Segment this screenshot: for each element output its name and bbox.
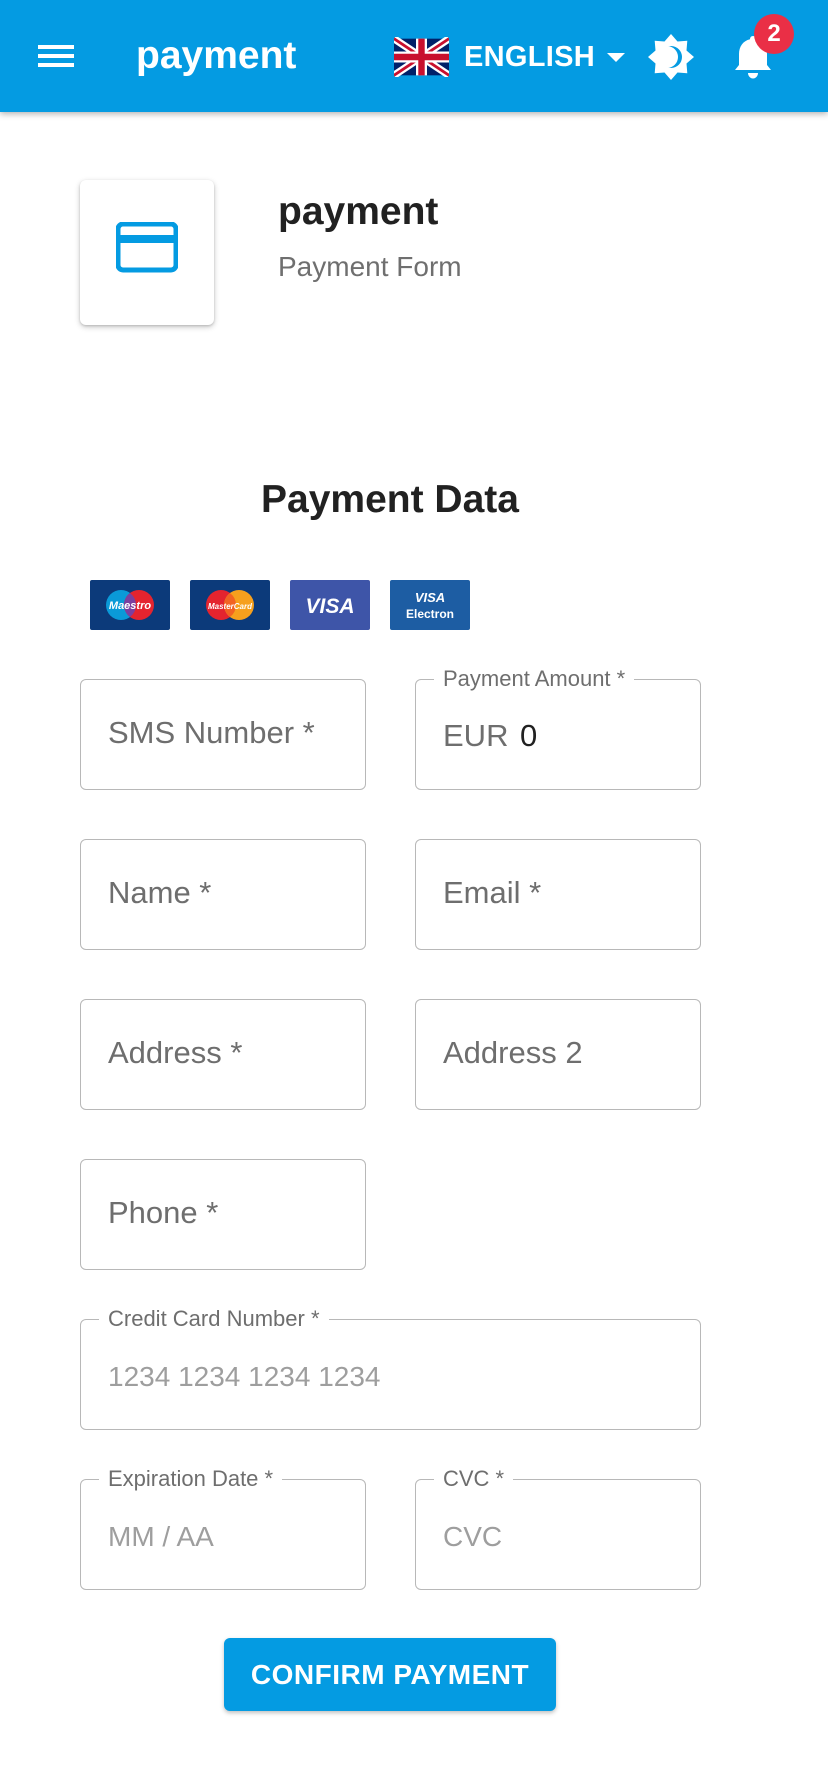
address-field[interactable]: Address * xyxy=(80,999,366,1110)
uk-flag-icon xyxy=(394,37,449,77)
confirm-payment-button[interactable]: CONFIRM PAYMENT xyxy=(224,1638,556,1711)
app-bar: payment ENGLISH 2 xyxy=(0,0,828,112)
hamburger-menu-icon[interactable] xyxy=(32,36,80,76)
sms-number-field[interactable]: SMS Number * xyxy=(80,679,366,790)
visa-wordmark: VISA xyxy=(305,595,354,618)
address2-placeholder: Address 2 xyxy=(443,1035,583,1070)
payment-amount-value: 0 xyxy=(520,718,538,753)
chevron-down-icon xyxy=(607,52,625,62)
address2-field[interactable]: Address 2 xyxy=(415,999,701,1110)
card-number-label: Credit Card Number * xyxy=(99,1306,329,1332)
card-number-field[interactable]: Credit Card Number * 1234 1234 1234 1234 xyxy=(80,1306,701,1430)
name-placeholder: Name * xyxy=(108,875,212,910)
payment-amount-label: Payment Amount * xyxy=(434,666,635,692)
credit-card-icon xyxy=(116,222,178,273)
mastercard-wordmark: MasterCard xyxy=(208,602,253,611)
language-selector[interactable]: ENGLISH xyxy=(394,35,625,79)
card-number-placeholder: 1234 1234 1234 1234 xyxy=(108,1361,381,1392)
email-field[interactable]: Email * xyxy=(415,839,701,950)
phone-field[interactable]: Phone * xyxy=(80,1159,366,1270)
sms-number-placeholder: SMS Number * xyxy=(108,715,315,750)
phone-placeholder: Phone * xyxy=(108,1195,219,1230)
address-placeholder: Address * xyxy=(108,1035,243,1070)
cvc-placeholder: CVC xyxy=(443,1521,503,1552)
cvc-field[interactable]: CVC * CVC xyxy=(415,1466,701,1590)
app-bar-title: payment xyxy=(136,34,297,77)
email-placeholder: Email * xyxy=(443,875,542,910)
notification-count-badge: 2 xyxy=(754,14,794,54)
mastercard-logo: MasterCard xyxy=(190,580,270,630)
expiration-date-label: Expiration Date * xyxy=(99,1466,283,1492)
expiration-date-placeholder: MM / AA xyxy=(108,1521,214,1552)
page-title: payment xyxy=(278,190,439,233)
brightness-toggle-icon[interactable] xyxy=(646,32,696,82)
visa-electron-logo: VISA Electron xyxy=(390,580,470,630)
maestro-wordmark: Maestro xyxy=(109,600,151,612)
credit-card-tile xyxy=(80,180,214,325)
page-subtitle: Payment Form xyxy=(278,251,462,282)
expiration-date-field[interactable]: Expiration Date * MM / AA xyxy=(80,1466,366,1590)
payment-amount-field[interactable]: Payment Amount * EUR 0 xyxy=(415,666,701,790)
name-field[interactable]: Name * xyxy=(80,839,366,950)
visa-electron-wordmark-top: VISA xyxy=(415,590,445,605)
currency-prefix: EUR xyxy=(443,718,509,753)
cvc-label: CVC * xyxy=(434,1466,514,1492)
language-label: ENGLISH xyxy=(464,40,595,73)
visa-logo: VISA xyxy=(290,580,370,630)
maestro-logo: Maestro xyxy=(90,580,170,630)
visa-electron-wordmark-bottom: Electron xyxy=(406,607,454,621)
section-title: Payment Data xyxy=(261,478,519,521)
